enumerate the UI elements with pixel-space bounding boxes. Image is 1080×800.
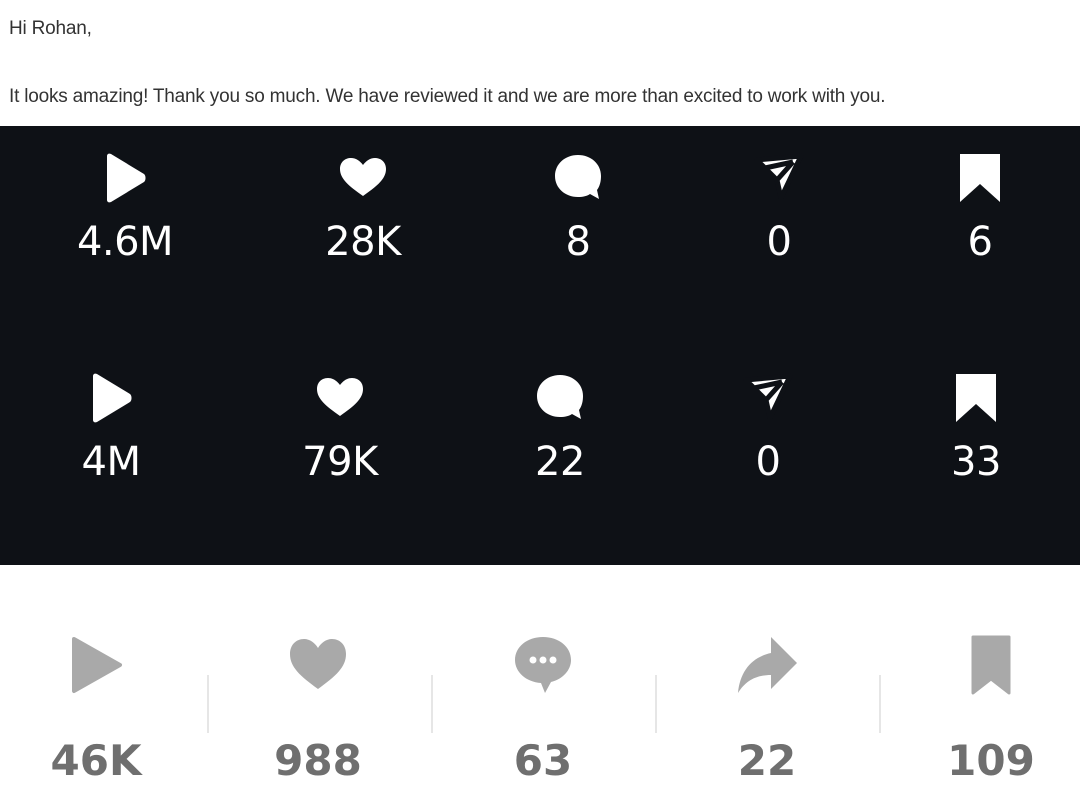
likes-count: 79K bbox=[302, 439, 378, 485]
comments-count: 63 bbox=[513, 736, 573, 785]
email-greeting: Hi Rohan, bbox=[9, 18, 92, 39]
shares-stat: 0 bbox=[698, 372, 838, 486]
comments-count: 8 bbox=[565, 219, 591, 265]
comment-icon bbox=[555, 155, 601, 199]
email-message: It looks amazing! Thank you so much. We … bbox=[9, 86, 886, 107]
send-icon bbox=[754, 153, 804, 201]
views-count: 46K bbox=[50, 736, 142, 785]
light-stats-panel: 46K 988 63 22 109 bbox=[0, 565, 1080, 800]
views-count: 4M bbox=[81, 439, 141, 485]
likes-count: 28K bbox=[325, 219, 401, 265]
stat-divider bbox=[207, 675, 209, 733]
comments-stat: 63 bbox=[468, 633, 618, 785]
saves-count: 33 bbox=[951, 439, 1001, 485]
comments-count: 22 bbox=[535, 439, 585, 485]
email-snippet: Hi Rohan, It looks amazing! Thank you so… bbox=[0, 0, 1080, 126]
likes-stat: 28K bbox=[293, 152, 433, 266]
saves-count: 6 bbox=[967, 219, 993, 265]
bookmark-icon bbox=[960, 154, 1000, 202]
stat-divider bbox=[655, 675, 657, 733]
views-count: 4.6M bbox=[76, 219, 174, 265]
comment-icon bbox=[537, 375, 583, 419]
share-icon bbox=[738, 637, 797, 693]
shares-count: 0 bbox=[766, 219, 792, 265]
saves-count: 109 bbox=[947, 736, 1035, 785]
stat-divider bbox=[879, 675, 881, 733]
saves-stat: 109 bbox=[916, 633, 1066, 785]
likes-count: 988 bbox=[274, 736, 362, 785]
dark-stats-panel: 4.6M 28K 8 0 6 4M 79K 22 0 33 bbox=[0, 126, 1080, 565]
stat-divider bbox=[431, 675, 433, 733]
play-icon bbox=[93, 373, 132, 423]
shares-count: 0 bbox=[755, 439, 781, 485]
comments-stat: 8 bbox=[508, 152, 648, 266]
saves-stat: 6 bbox=[910, 152, 1050, 266]
heart-icon bbox=[317, 378, 363, 416]
play-icon bbox=[107, 153, 146, 203]
views-stat: 4.6M bbox=[55, 152, 195, 266]
comment-icon bbox=[515, 637, 571, 693]
shares-count: 22 bbox=[737, 736, 797, 785]
shares-stat: 0 bbox=[709, 152, 849, 266]
likes-stat: 988 bbox=[243, 633, 393, 785]
bookmark-icon bbox=[971, 635, 1011, 695]
bookmark-icon bbox=[956, 374, 996, 422]
saves-stat: 33 bbox=[906, 372, 1046, 486]
shares-stat: 22 bbox=[692, 633, 842, 785]
heart-icon bbox=[290, 639, 346, 689]
send-icon bbox=[743, 373, 793, 421]
likes-stat: 79K bbox=[270, 372, 410, 486]
views-stat: 4M bbox=[41, 372, 181, 486]
heart-icon bbox=[340, 158, 386, 196]
play-icon bbox=[72, 637, 122, 693]
comments-stat: 22 bbox=[490, 372, 630, 486]
views-stat: 46K bbox=[21, 633, 171, 785]
